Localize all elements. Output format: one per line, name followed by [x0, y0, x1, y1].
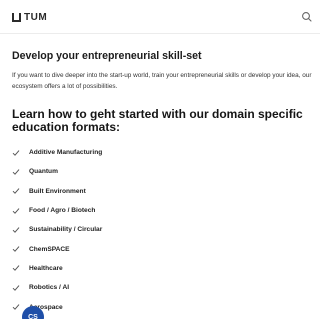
- page: TUM Develop your entrepreneurial skill-s…: [0, 0, 320, 319]
- formats-heading: Learn how to geht started with our domai…: [12, 107, 303, 134]
- main-content: Develop your entrepreneurial skill-set I…: [12, 50, 312, 317]
- format-label: Robotics / AI: [29, 284, 70, 292]
- format-label: Additive Manufacturing: [29, 149, 103, 157]
- format-label: Food / Agro / Biotech: [29, 207, 96, 215]
- chat-avatar-label: CS: [28, 313, 38, 319]
- format-label: Sustainability / Circular: [29, 226, 103, 234]
- check-icon: [12, 303, 20, 311]
- top-bar: TUM: [0, 0, 320, 34]
- check-icon: [12, 187, 20, 195]
- format-item[interactable]: ChemSPACE: [12, 239, 312, 258]
- format-label: Healthcare: [29, 264, 63, 272]
- format-item[interactable]: Sustainability / Circular: [12, 220, 312, 239]
- formats-list: Additive Manufacturing Quantum Built Env…: [12, 143, 312, 317]
- search-button[interactable]: [300, 10, 314, 24]
- format-item[interactable]: Aerospace: [12, 297, 312, 316]
- check-icon: [12, 168, 20, 176]
- format-item[interactable]: Additive Manufacturing: [12, 143, 312, 162]
- logo-text: TUM: [24, 11, 48, 23]
- check-icon: [12, 264, 20, 272]
- logo-mark-icon: [12, 12, 21, 22]
- header-divider: [0, 33, 320, 34]
- format-label: Quantum: [29, 168, 58, 176]
- section-title: Develop your entrepreneurial skill-set: [12, 50, 202, 62]
- format-item[interactable]: Healthcare: [12, 259, 312, 278]
- format-label: ChemSPACE: [29, 245, 70, 253]
- check-icon: [12, 207, 20, 215]
- format-label: Built Environment: [29, 187, 86, 195]
- format-item[interactable]: Robotics / AI: [12, 278, 312, 297]
- check-icon: [12, 149, 20, 157]
- check-icon: [12, 226, 20, 234]
- check-icon: [12, 284, 20, 292]
- site-logo[interactable]: TUM: [12, 10, 47, 24]
- format-item[interactable]: Built Environment: [12, 182, 312, 201]
- format-item[interactable]: Food / Agro / Biotech: [12, 201, 312, 220]
- search-icon: [302, 12, 312, 22]
- intro-text: If you want to dive deeper into the star…: [12, 72, 312, 90]
- check-icon: [12, 245, 20, 253]
- format-item[interactable]: Quantum: [12, 162, 312, 181]
